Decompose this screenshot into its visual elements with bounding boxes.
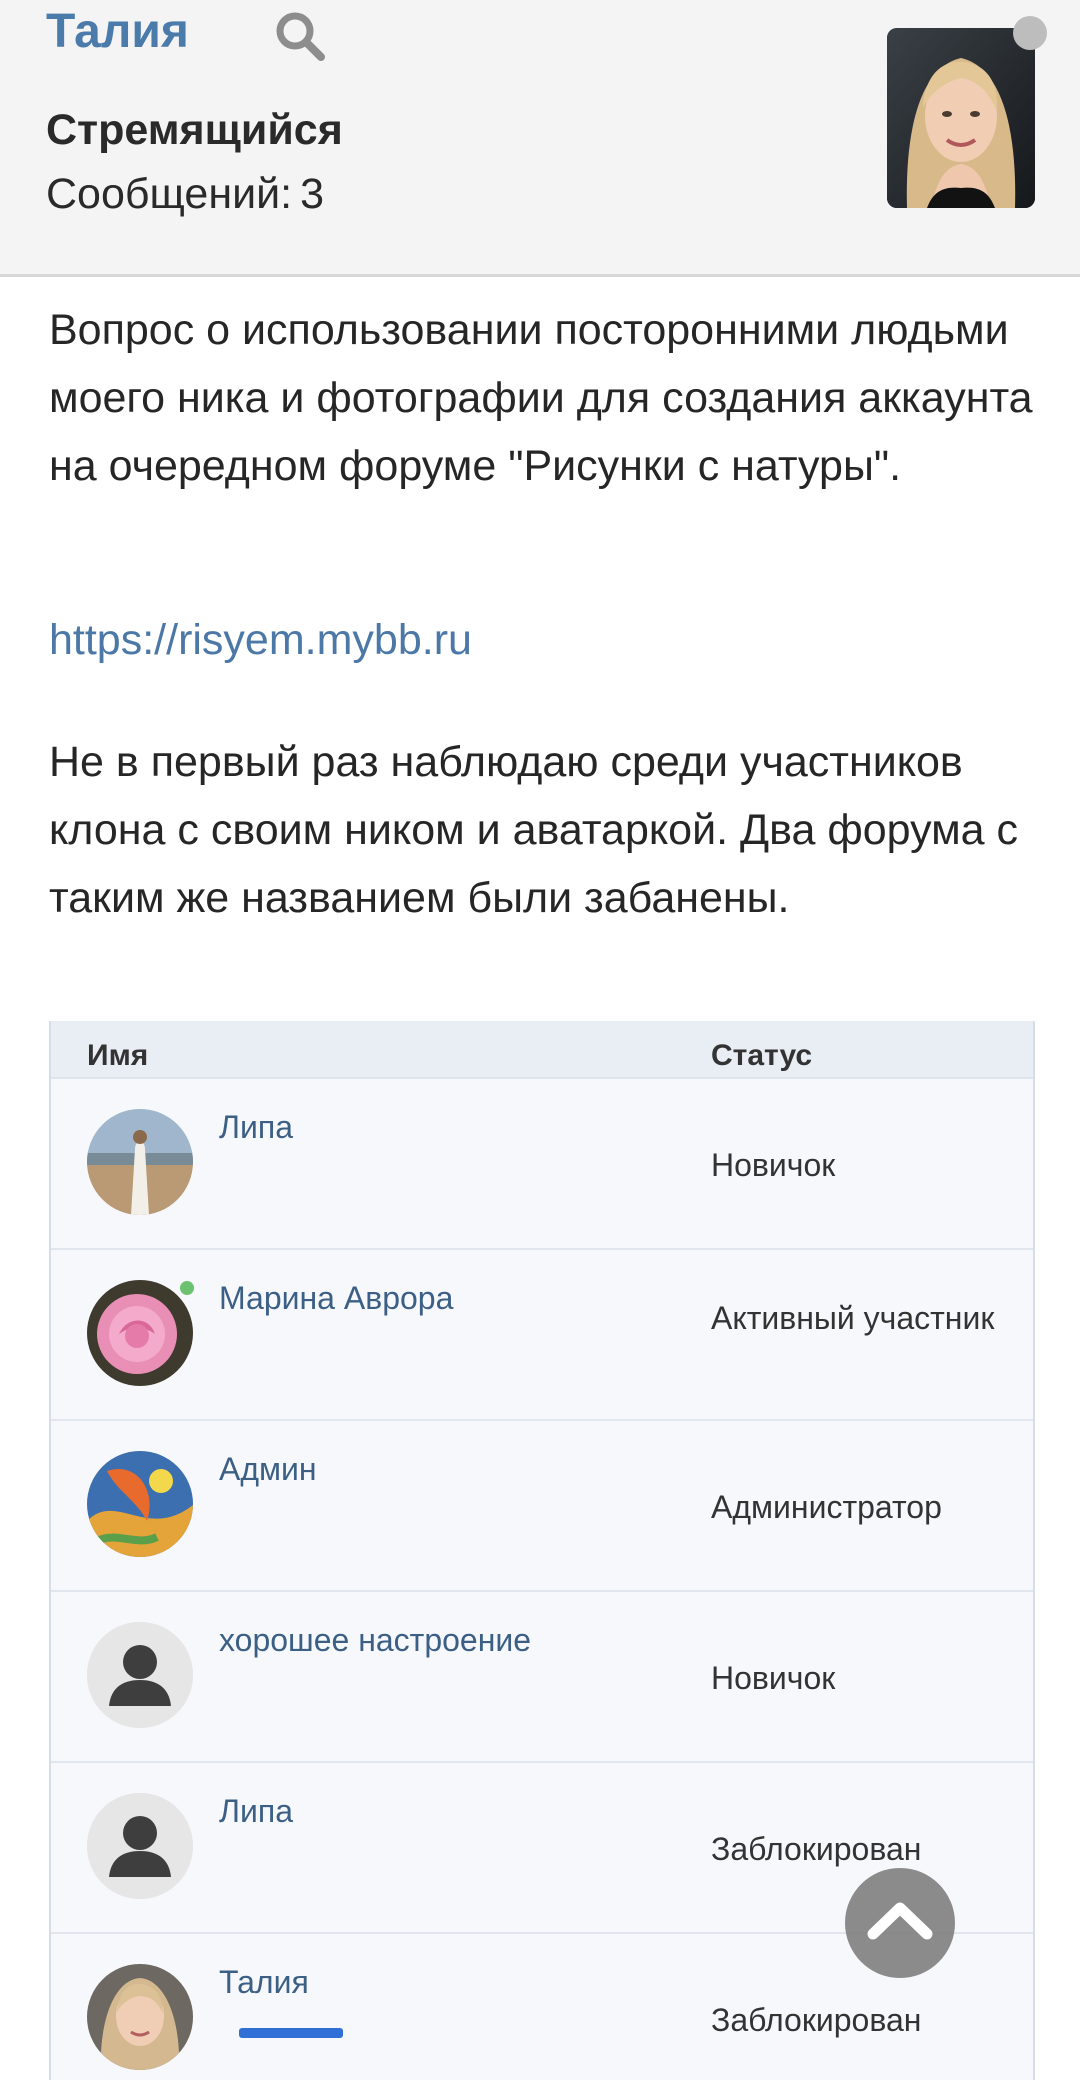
- post-author-header: Талия Стремящийся Сообщений: 3: [0, 0, 1080, 277]
- member-avatar: [87, 1622, 193, 1728]
- highlight-underline: [239, 2028, 343, 2038]
- member-name: Липа: [219, 1793, 293, 1829]
- column-status-header: Статус: [711, 1039, 813, 1072]
- member-avatar: [87, 1109, 193, 1215]
- member-name: Талия: [219, 1964, 309, 2000]
- forum-link[interactable]: https://risyem.mybb.ru: [49, 616, 472, 665]
- author-avatar[interactable]: [887, 28, 1035, 208]
- member-status: Заблокирован: [711, 2002, 922, 2038]
- post-paragraph-2: Не в первый раз наблюдаю среди участнико…: [49, 738, 1019, 922]
- scroll-to-top-button[interactable]: [845, 1868, 955, 1978]
- author-rank: Стремящийся: [46, 106, 343, 154]
- member-avatar: [87, 1793, 193, 1899]
- member-status: Новичок: [711, 1147, 836, 1183]
- member-status: Заблокирован: [711, 1831, 922, 1867]
- search-icon[interactable]: [272, 8, 328, 64]
- member-name: Липа: [219, 1109, 293, 1145]
- column-name-header: Имя: [87, 1039, 149, 1072]
- member-status: Активный участник: [711, 1300, 995, 1336]
- author-name-link[interactable]: Талия: [46, 4, 189, 59]
- members-table-header: Имя Статус: [51, 1021, 1033, 1079]
- member-name: хорошее настроение: [219, 1622, 532, 1658]
- member-row: хорошее настроение Новичок: [51, 1592, 1033, 1763]
- author-post-count: Сообщений: 3: [46, 170, 324, 219]
- member-row: Марина Аврора Активный участник: [51, 1250, 1033, 1421]
- post-paragraph-1: Вопрос о использовании посторонними людь…: [49, 306, 1033, 490]
- member-status: Администратор: [711, 1489, 942, 1525]
- member-avatar: [87, 1964, 193, 2070]
- member-row: Админ Администратор: [51, 1421, 1033, 1592]
- member-status: Новичок: [711, 1660, 836, 1696]
- chevron-up-icon: [867, 1902, 933, 1940]
- member-name: Марина Аврора: [219, 1280, 454, 1316]
- member-avatar: [87, 1280, 193, 1386]
- member-avatar: [87, 1451, 193, 1557]
- online-status-dot: [1013, 16, 1047, 50]
- member-name: Админ: [219, 1451, 317, 1487]
- posts-count: 3: [300, 170, 324, 218]
- posts-label: Сообщений:: [46, 170, 293, 218]
- online-indicator: [177, 1278, 197, 1298]
- member-row: Липа Новичок: [51, 1079, 1033, 1250]
